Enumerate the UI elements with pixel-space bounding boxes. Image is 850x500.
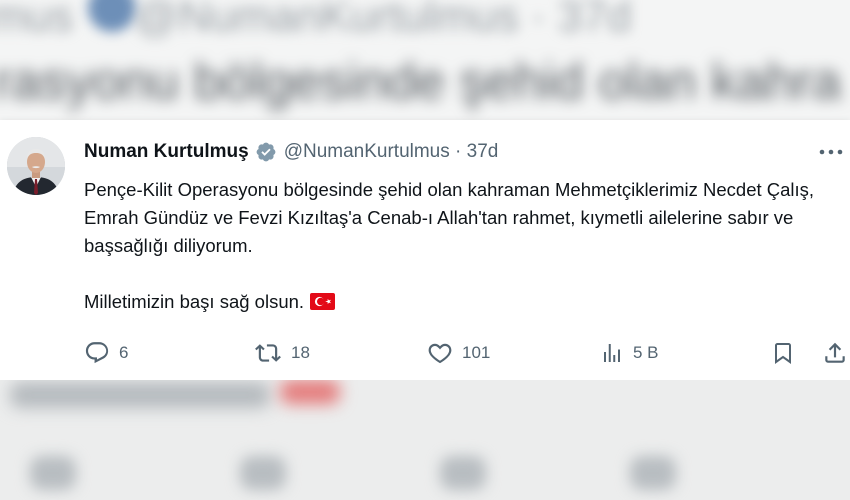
like-icon [427, 340, 453, 366]
tweet-header: Numan Kurtulmuş @NumanKurtulmus · 37d [84, 140, 498, 164]
views-icon [600, 340, 624, 366]
author-handle-and-time[interactable]: @NumanKurtulmus · 37d [284, 141, 499, 163]
like-button[interactable]: 101 [427, 338, 490, 368]
blurred-previous-tweet: mus @NumanKurtulmus · 37d rasyonu bölges… [0, 0, 850, 120]
blurred-body-text: rasyonu bölgesinde şehid olan kahra [0, 53, 842, 111]
retweet-icon [254, 340, 282, 366]
share-button[interactable] [822, 338, 848, 368]
blurred-action-icon [630, 456, 676, 490]
retweet-button[interactable]: 18 [254, 338, 310, 368]
avatar[interactable] [7, 137, 65, 195]
blurred-action-icon [30, 456, 76, 490]
tweet-paragraph: Milletimizin başı sağ olsun. [84, 288, 844, 316]
reply-count: 6 [119, 343, 129, 362]
blurred-text [10, 382, 270, 408]
blurred-action-icon [440, 456, 486, 490]
blurred-action-icon [240, 456, 286, 490]
reply-icon [84, 340, 110, 366]
turkey-flag-icon [310, 290, 336, 310]
tweet-card[interactable]: Numan Kurtulmuş @NumanKurtulmus · 37d Pe… [0, 120, 850, 380]
more-options-icon[interactable] [818, 142, 844, 162]
blurred-next-content [0, 380, 850, 500]
tweet-paragraph: Pençe-Kilit Operasyonu bölgesinde şehid … [84, 179, 815, 256]
author-name[interactable]: Numan Kurtulmuş [84, 141, 249, 163]
views-button[interactable]: 5 B [600, 338, 659, 368]
bookmark-button[interactable] [771, 338, 795, 368]
retweet-count: 18 [291, 343, 310, 362]
blurred-flag [280, 380, 340, 404]
reply-button[interactable]: 6 [84, 338, 128, 368]
share-icon [822, 340, 848, 366]
bookmark-icon [771, 340, 795, 366]
verified-badge-icon [255, 141, 277, 163]
tweet-text: Pençe-Kilit Operasyonu bölgesinde şehid … [84, 176, 844, 316]
tweet-actions: 6 18 101 5 B [0, 338, 850, 368]
tweet-closing-line: Milletimizin başı sağ olsun. [84, 291, 305, 312]
views-count: 5 B [633, 343, 659, 362]
blurred-header-text: mus @NumanKurtulmus · 37d [0, 0, 632, 41]
like-count: 101 [462, 343, 491, 362]
